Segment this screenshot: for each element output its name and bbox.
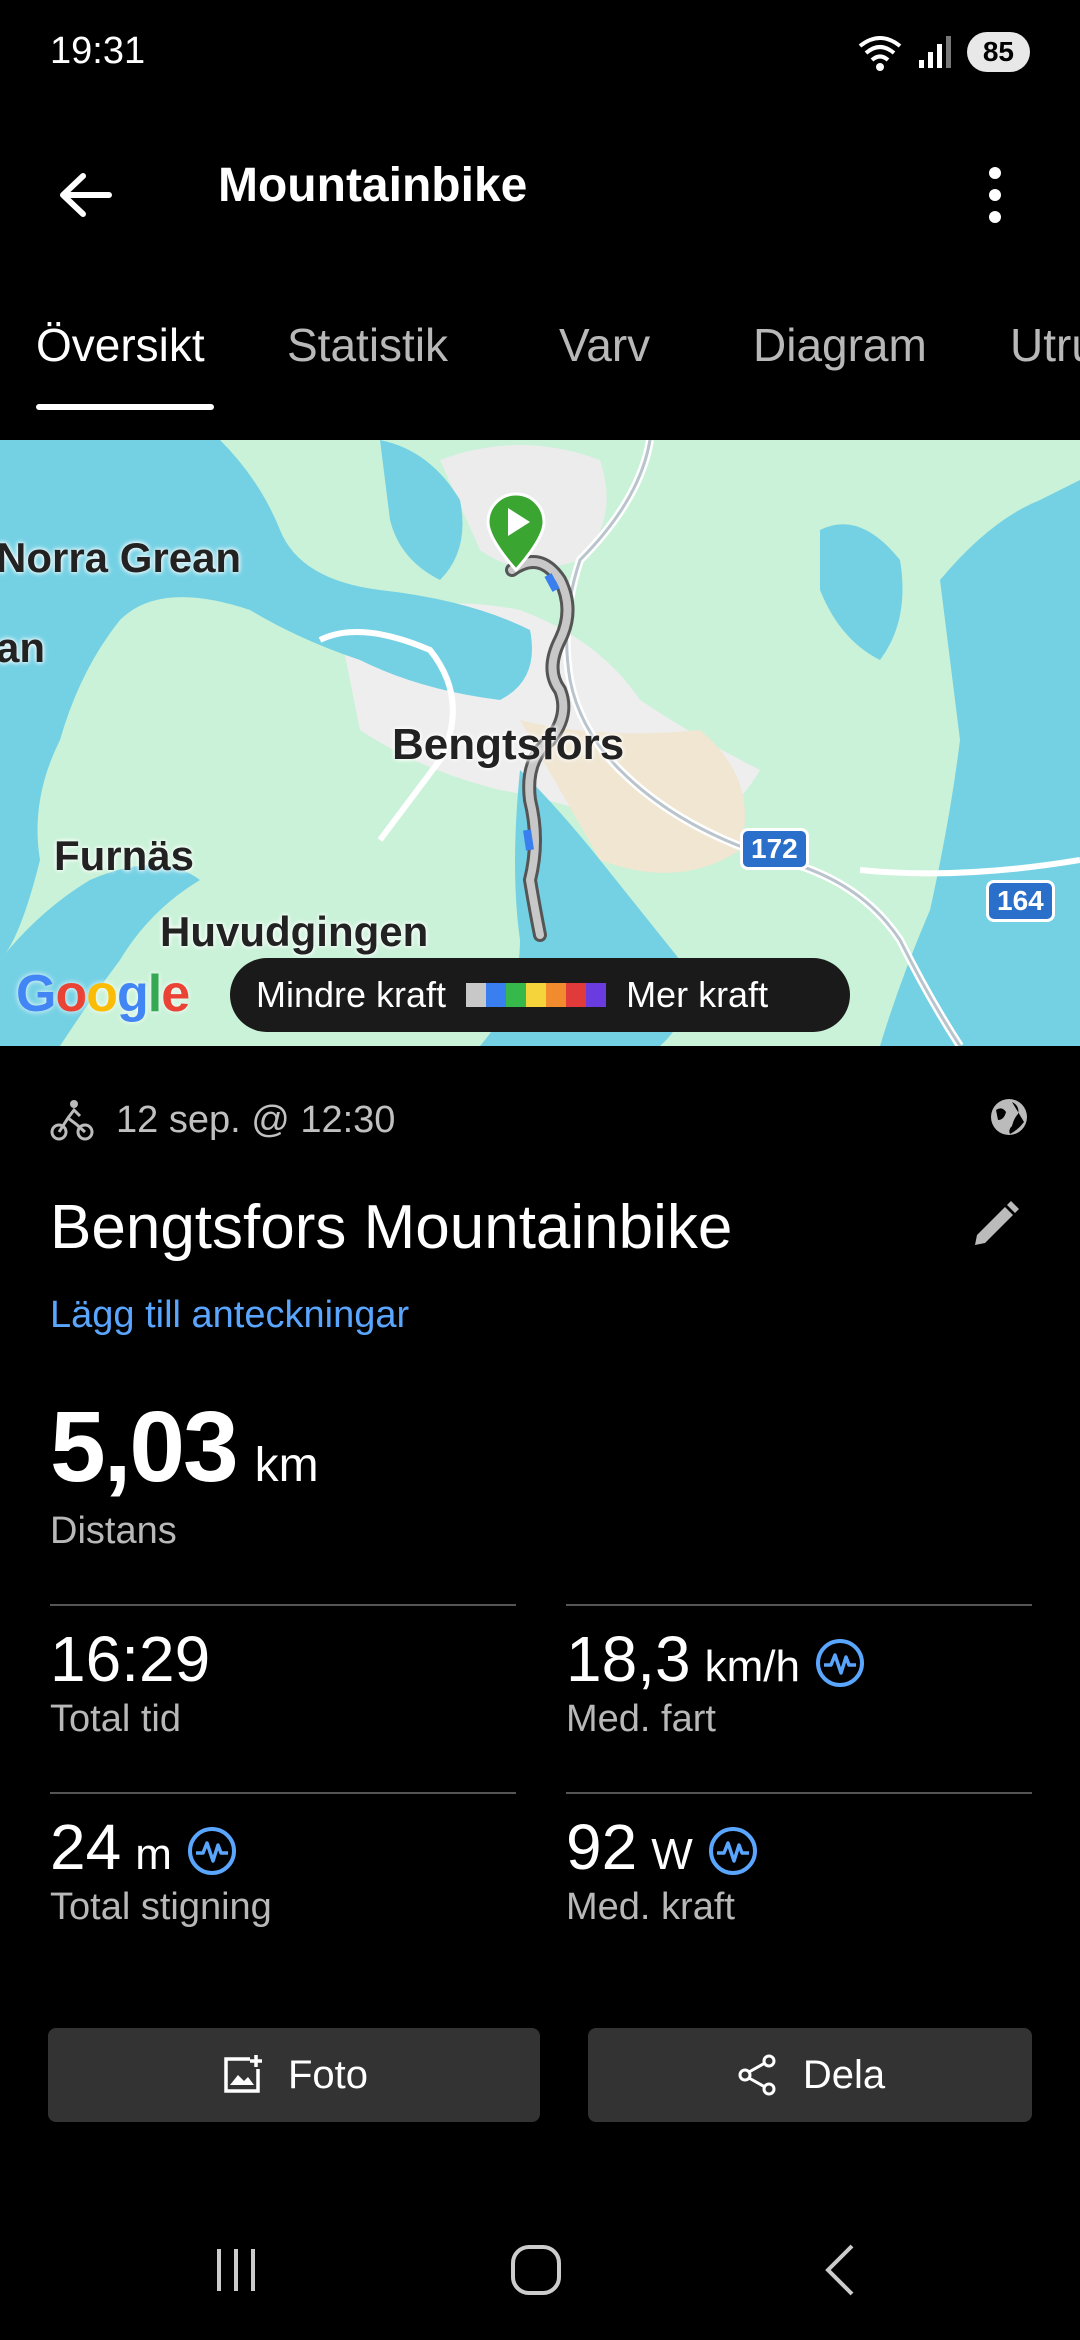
route-map[interactable]: Norra Grean an Bengtsfors Furnäs Huvudgi… [0, 440, 1080, 1046]
chart-icon[interactable] [186, 1825, 238, 1877]
arrow-left-icon [60, 173, 112, 217]
pencil-icon [975, 1201, 1019, 1245]
power-legend: Mindre kraft Mer kraft [230, 958, 850, 1032]
tab-bar: Översikt Statistik Varv Diagram Utrustni… [0, 300, 1080, 440]
road-badge-172: 172 [740, 828, 809, 870]
home-icon [511, 2245, 561, 2295]
start-marker-icon[interactable] [484, 492, 548, 572]
tab-oversikt[interactable]: Översikt [36, 318, 205, 372]
tab-varv[interactable]: Varv [559, 318, 650, 372]
activity-name: Bengtsfors Mountainbike [50, 1193, 733, 1262]
stat-unit: km/h [704, 1642, 800, 1691]
recents-button[interactable] [176, 2230, 296, 2310]
chart-icon[interactable] [707, 1825, 759, 1877]
legend-left-label: Mindre kraft [256, 974, 447, 1015]
edit-name-button[interactable] [960, 1190, 1030, 1260]
page-title: Mountainbike [218, 159, 528, 212]
back-button[interactable] [40, 150, 130, 240]
share-icon [738, 2054, 776, 2096]
distance-value: 5,03 [50, 1391, 239, 1503]
legend-color-bar [466, 983, 607, 1007]
tab-diagram[interactable]: Diagram [753, 318, 927, 372]
map-label-norra-grean: Norra Grean [0, 534, 242, 581]
map-label-huvudgingen: Huvudgingen [160, 908, 429, 955]
system-back-button[interactable] [780, 2230, 900, 2310]
stat-label: Total stigning [50, 1886, 272, 1928]
photo-button[interactable]: Foto [48, 2028, 540, 2122]
map-label-furnas: Furnäs [54, 832, 195, 879]
chevron-left-icon [825, 2244, 854, 2296]
status-time: 19:31 [50, 30, 146, 72]
add-photo-icon [224, 2055, 262, 2093]
google-logo: Google [16, 965, 190, 1023]
stat-value: 16:29 [50, 1623, 211, 1695]
signal-icon [918, 36, 951, 68]
status-icons: 85 [857, 32, 1030, 72]
status-bar: 19:31 85 [0, 0, 1080, 110]
stat-label: Med. kraft [566, 1886, 735, 1928]
stat-label: Med. fart [566, 1698, 716, 1740]
share-button-label: Dela [802, 2052, 886, 2097]
stat-avg-speed: 18,3 km/h Med. fart [566, 1604, 1032, 1754]
more-vert-icon [989, 167, 1001, 223]
map-label-bengtsfors: Bengtsfors [392, 720, 625, 769]
stat-value: 18,3 [566, 1623, 691, 1695]
tab-utrustning[interactable]: Utrustning [1010, 318, 1080, 372]
stat-avg-power: 92 W Med. kraft [566, 1792, 1032, 1942]
activity-meta: 12 sep. @ 12:30 [50, 1090, 1030, 1150]
photo-button-label: Foto [287, 2052, 369, 2097]
system-nav-bar [0, 2200, 1080, 2340]
stat-label: Total tid [50, 1698, 181, 1740]
distance-unit: km [254, 1439, 319, 1492]
stat-unit: m [135, 1830, 172, 1879]
add-notes-link[interactable]: Lägg till anteckningar [50, 1294, 409, 1337]
stat-total-ascent: 24 m Total stigning [50, 1792, 516, 1942]
bike-icon [50, 1100, 94, 1141]
legend-right-label: Mer kraft [626, 974, 769, 1015]
active-tab-indicator [36, 404, 214, 410]
activity-date: 12 sep. @ 12:30 [116, 1098, 396, 1141]
road-badge-164: 164 [986, 880, 1055, 922]
share-button[interactable]: Dela [588, 2028, 1032, 2122]
more-options-button[interactable] [950, 150, 1040, 240]
map-label-an: an [0, 624, 46, 671]
distance-value-row: 5,03 km [50, 1390, 319, 1505]
stat-value: 92 [566, 1811, 638, 1883]
distance-label: Distans [50, 1510, 177, 1552]
tab-statistik[interactable]: Statistik [287, 318, 448, 372]
stat-unit: W [651, 1830, 693, 1879]
stat-total-time: 16:29 Total tid [50, 1604, 516, 1754]
home-button[interactable] [476, 2230, 596, 2310]
app-header: Mountainbike [0, 130, 1080, 250]
stat-value: 24 [50, 1811, 122, 1883]
chart-icon[interactable] [814, 1637, 866, 1689]
globe-icon[interactable] [988, 1096, 1030, 1138]
recents-icon [217, 2249, 255, 2291]
battery-indicator: 85 [966, 32, 1030, 72]
wifi-icon [858, 36, 902, 71]
